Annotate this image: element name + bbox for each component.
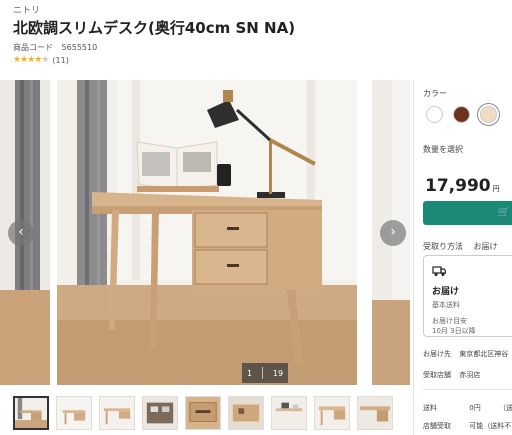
thumbnail-9[interactable]: [357, 396, 393, 430]
thumbnail-8[interactable]: [314, 396, 350, 430]
slide-current: 1: [246, 368, 253, 378]
product-code-label: 商品コード: [13, 43, 53, 52]
star-rating: ★★★★★: [13, 55, 49, 65]
review-count-link[interactable]: (11): [52, 56, 68, 65]
counter-divider: [261, 367, 263, 379]
store-pickup-row: 店舗受取 可能（送料不: [423, 421, 511, 431]
thumbnail-2[interactable]: [56, 396, 92, 430]
address-label: お届け先: [423, 350, 451, 358]
receive-method-value: お届け: [473, 242, 498, 251]
color-swatches: [426, 103, 500, 126]
cart-icon: 🛒: [497, 207, 510, 218]
receive-method-row: 受取り方法 お届け: [423, 241, 498, 252]
delivery-option-card[interactable]: お届け 基本送料 お届け目安 10月 3日以降: [423, 255, 512, 337]
thumbnail-4[interactable]: [142, 396, 178, 430]
pickup-value: 可能（送料不: [469, 422, 512, 430]
product-title: 北欧調スリムデスク(奥行40cm SN NA): [13, 19, 296, 37]
address-value: 東京都北区神谷: [459, 350, 509, 358]
shipping-label: 送料: [423, 404, 437, 412]
purchase-panel: カラー 数量を選択 17,990 円 🛒 受取り方法 お届け お届け 基本送料 お…: [413, 80, 512, 435]
thumbnail-6[interactable]: [228, 396, 264, 430]
store-label: 受取店舗: [423, 371, 451, 379]
truck-icon: [432, 266, 447, 276]
slide-total: 19: [272, 368, 284, 378]
delivery-eta-value: 10月 3日以降: [432, 327, 476, 335]
delivery-fee: 基本送料: [432, 301, 460, 309]
rating-row[interactable]: ★★★★★ (11): [13, 55, 69, 65]
store-value: 赤羽店: [459, 371, 481, 379]
price: 17,990 円: [425, 176, 500, 196]
chevron-right-icon[interactable]: ›: [380, 220, 406, 246]
thumbnail-7[interactable]: [271, 396, 307, 430]
delivery-eta: お届け目安 10月 3日以降: [432, 316, 512, 336]
panel-divider: [423, 389, 512, 390]
thumbnail-3[interactable]: [99, 396, 135, 430]
thumbnail-strip: [13, 396, 393, 430]
delivery-address-row[interactable]: お届け先 東京都北区神谷: [423, 349, 508, 359]
shipping-row: 送料 0円 （送料不: [423, 403, 512, 413]
shipping-value: 0円: [469, 404, 481, 412]
price-value: 17,990: [425, 176, 491, 196]
price-unit: 円: [492, 185, 500, 193]
delivery-title: お届け: [432, 287, 460, 297]
chevron-left-icon[interactable]: ‹: [8, 220, 34, 246]
thumbnail-1[interactable]: [13, 396, 49, 430]
main-product-image: 1 19: [57, 80, 357, 385]
star-icon: ★: [41, 55, 49, 65]
shipping-note: （送料不: [498, 404, 512, 412]
delivery-eta-label: お届け目安: [432, 317, 467, 325]
product-code-value: 5655510: [61, 43, 98, 52]
thumbnail-5[interactable]: [185, 396, 221, 430]
product-code-row: 商品コード 5655510: [13, 42, 97, 53]
color-swatch-natural[interactable]: [477, 103, 500, 126]
image-carousel[interactable]: 1 19 ‹ ›: [0, 80, 410, 385]
pickup-label: 店舗受取: [423, 422, 451, 430]
add-to-cart-button[interactable]: 🛒: [423, 201, 512, 225]
color-label: カラー: [423, 89, 447, 98]
receive-method-label: 受取り方法: [423, 242, 463, 251]
quantity-select-label[interactable]: 数量を選択: [423, 144, 463, 155]
brand-name[interactable]: ニトリ: [13, 3, 40, 16]
slide-counter: 1 19: [242, 363, 288, 383]
color-swatch-brown[interactable]: [453, 106, 470, 123]
pickup-store-row[interactable]: 受取店舗 赤羽店: [423, 370, 480, 380]
color-swatch-white[interactable]: [426, 106, 443, 123]
